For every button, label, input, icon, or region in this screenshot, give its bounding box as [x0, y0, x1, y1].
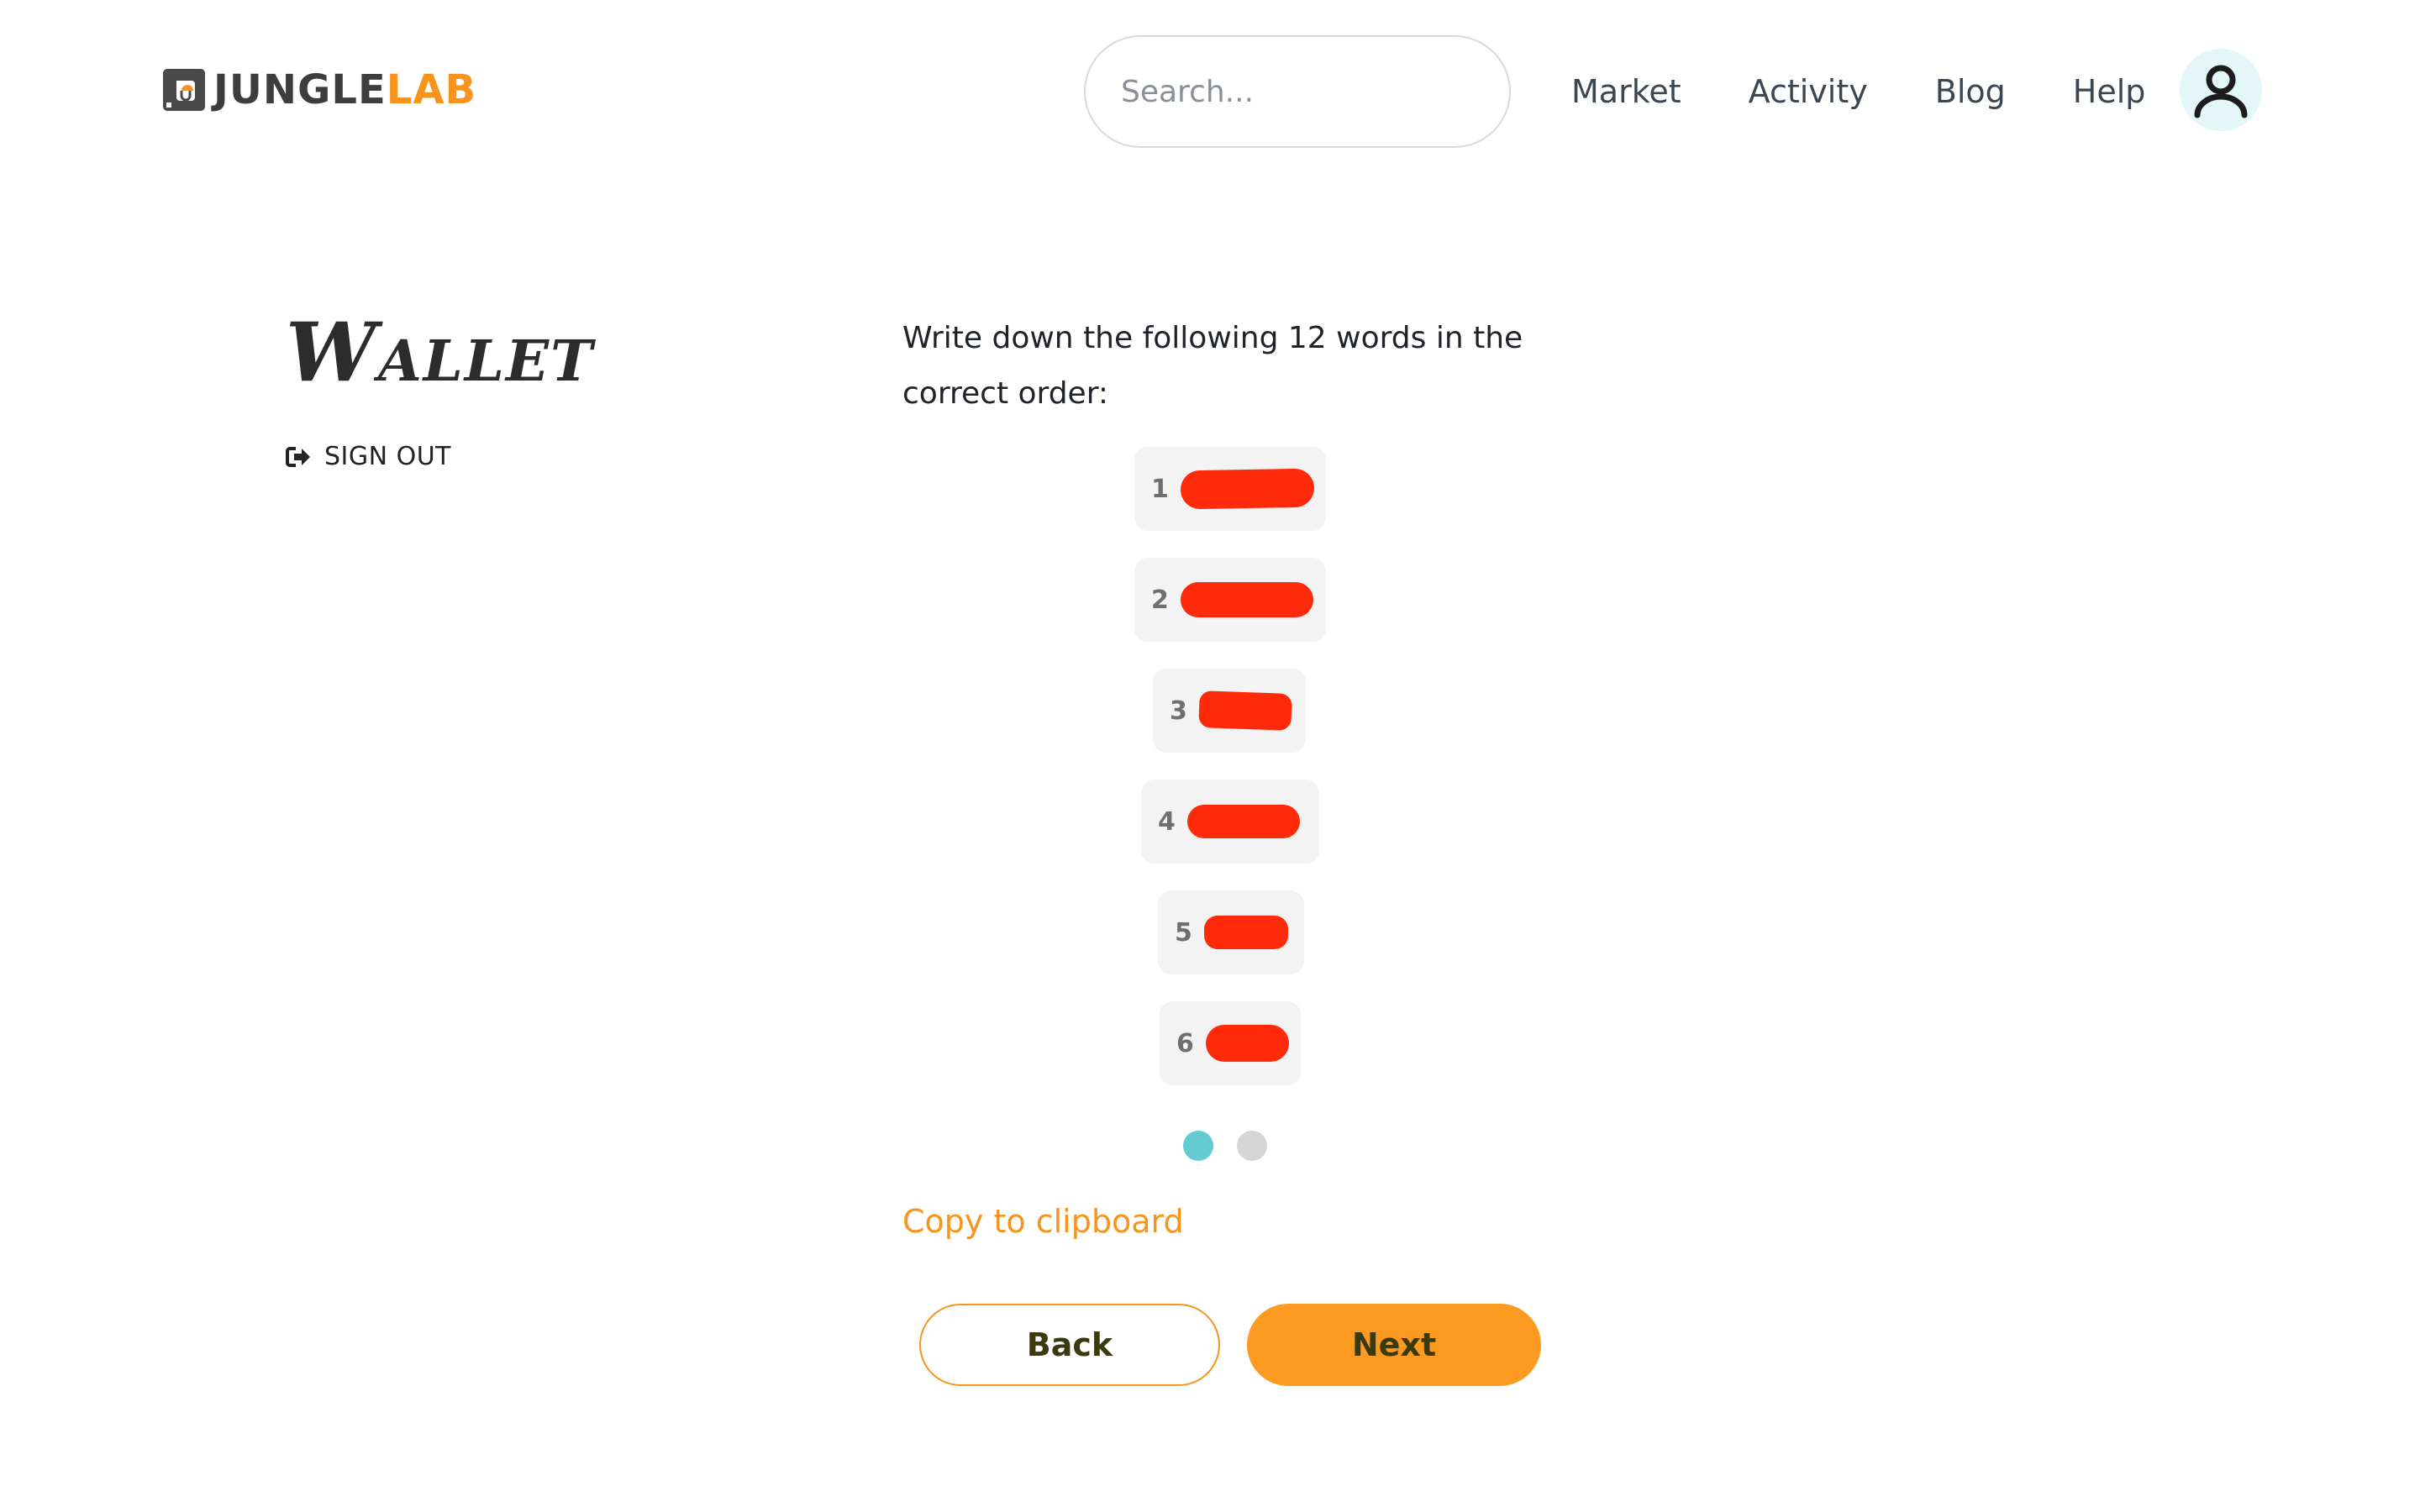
page-dot-2[interactable] [1237, 1131, 1267, 1161]
seed-word-index: 6 [1176, 1028, 1194, 1058]
seed-word-index: 2 [1151, 585, 1169, 615]
seed-word-item: 4 [1141, 780, 1319, 864]
nav-activity[interactable]: Activity [1749, 73, 1868, 110]
back-button[interactable]: Back [919, 1304, 1220, 1386]
seed-word-item: 5 [1158, 890, 1304, 974]
redacted-word [1186, 805, 1300, 838]
seed-word-index: 5 [1175, 917, 1192, 948]
nav-blog[interactable]: Blog [1935, 73, 2006, 110]
next-button[interactable]: Next [1247, 1304, 1541, 1386]
sign-out-label: SIGN OUT [324, 442, 452, 471]
seed-word-item: 2 [1134, 558, 1326, 642]
redacted-word [1198, 690, 1292, 731]
logo-text-lab: LAB [386, 66, 477, 113]
pagination-dots [1183, 1131, 1267, 1161]
sign-out-button[interactable]: SIGN OUT [286, 442, 451, 471]
junglelab-logo[interactable]: JUNGLE LAB [163, 67, 476, 113]
seed-word-index: 1 [1151, 474, 1169, 504]
main-nav: Market Activity Blog Help [1571, 67, 2145, 116]
seed-word-item: 6 [1160, 1001, 1301, 1085]
user-icon [2194, 65, 2248, 118]
seed-word-index: 4 [1158, 806, 1176, 837]
search-bar[interactable] [1084, 35, 1511, 148]
junglelab-logo-icon [163, 69, 205, 111]
seed-word-index: 3 [1170, 696, 1187, 726]
page-dot-1[interactable] [1183, 1131, 1213, 1161]
redacted-word [1205, 1025, 1289, 1062]
user-avatar-button[interactable] [2180, 49, 2262, 131]
page-title: Wallet [286, 305, 594, 400]
copy-to-clipboard-link[interactable]: Copy to clipboard [902, 1203, 1184, 1240]
redacted-word [1180, 582, 1313, 617]
logo-wordmark: JUNGLE LAB [213, 70, 476, 110]
nav-help[interactable]: Help [2073, 73, 2146, 110]
nav-market[interactable]: Market [1571, 73, 1681, 110]
search-input[interactable] [1119, 73, 1499, 110]
instructions-text: Write down the following 12 words in the… [902, 321, 1523, 411]
top-header: JUNGLELAB Market Activity Blog Help [0, 0, 2420, 181]
logo-text-jungle: JUNGLE [213, 66, 387, 113]
redacted-word [1203, 916, 1288, 949]
sign-out-icon [286, 446, 310, 467]
seed-word-item: 1 [1134, 447, 1326, 531]
seed-word-item: 3 [1153, 669, 1306, 753]
redacted-word [1180, 468, 1315, 510]
